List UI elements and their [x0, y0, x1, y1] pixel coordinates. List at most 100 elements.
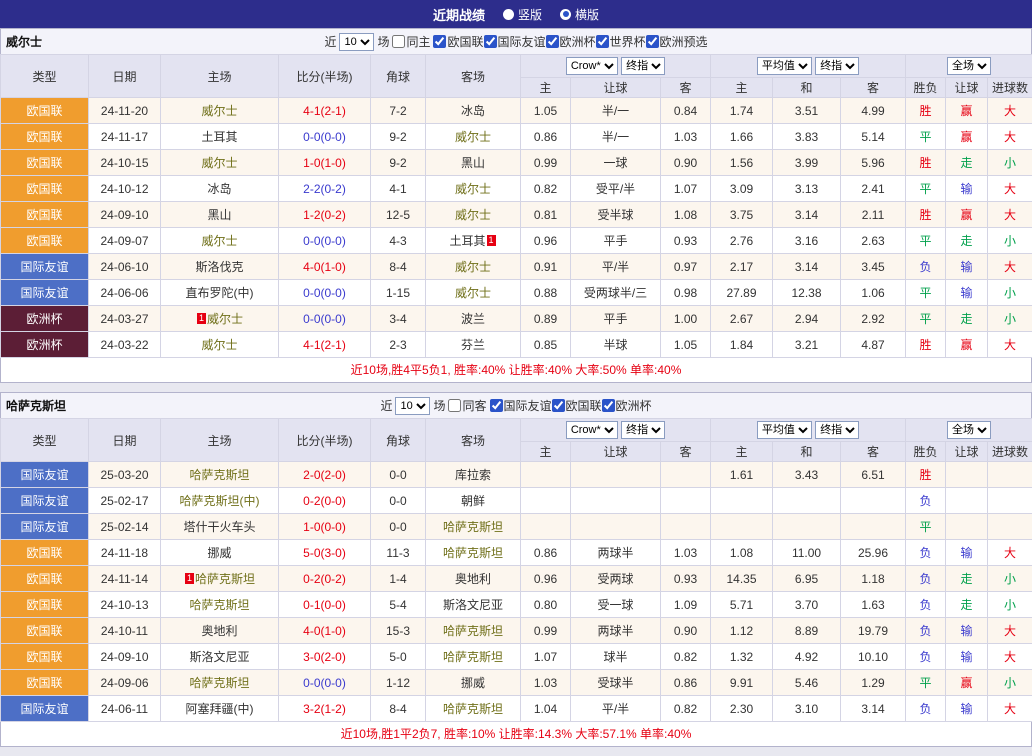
same-venue-checkbox[interactable] [392, 35, 405, 48]
score-cell[interactable]: 1-2(0-2) [279, 202, 371, 228]
away-team-name[interactable]: 威尔士 [455, 130, 491, 144]
league-filter-checkbox[interactable] [546, 35, 559, 48]
away-team-name[interactable]: 黑山 [461, 156, 485, 170]
home-team-name[interactable]: 哈萨克斯坦 [189, 676, 249, 690]
layout-option-horizontal[interactable]: 横版 [560, 6, 599, 23]
away-team-name[interactable]: 朝鲜 [461, 494, 485, 508]
away-team-name[interactable]: 挪威 [461, 676, 485, 690]
home-team-name[interactable]: 挪威 [207, 546, 231, 560]
home-team-name[interactable]: 阿塞拜疆(中) [186, 702, 254, 716]
score-cell[interactable]: 0-0(0-0) [279, 124, 371, 150]
competition-badge[interactable]: 欧国联 [1, 150, 89, 176]
score-cell[interactable]: 2-2(0-2) [279, 176, 371, 202]
competition-badge[interactable]: 欧国联 [1, 644, 89, 670]
avg-stage-select[interactable]: 终指 [815, 57, 859, 75]
score-cell[interactable]: 0-0(0-0) [279, 306, 371, 332]
score-cell[interactable]: 0-0(0-0) [279, 228, 371, 254]
league-filter-checkbox[interactable] [596, 35, 609, 48]
competition-badge[interactable]: 国际友谊 [1, 280, 89, 306]
same-venue-checkbox[interactable] [448, 399, 461, 412]
away-team-name[interactable]: 哈萨克斯坦 [443, 624, 503, 638]
home-team-name[interactable]: 威尔士 [201, 234, 237, 248]
score-cell[interactable]: 5-0(3-0) [279, 540, 371, 566]
score-cell[interactable]: 4-1(2-1) [279, 332, 371, 358]
score-cell[interactable]: 0-2(0-0) [279, 488, 371, 514]
score-cell[interactable]: 0-0(0-0) [279, 670, 371, 696]
recent-count-select[interactable]: 10 [395, 397, 430, 415]
competition-badge[interactable]: 欧国联 [1, 98, 89, 124]
same-venue-filter[interactable]: 同主 [392, 33, 430, 50]
away-team-name[interactable]: 土耳其 [449, 234, 485, 248]
competition-badge[interactable]: 国际友谊 [1, 696, 89, 722]
league-filter[interactable]: 世界杯 [596, 33, 646, 50]
competition-badge[interactable]: 欧国联 [1, 124, 89, 150]
away-team-name[interactable]: 威尔士 [455, 208, 491, 222]
competition-badge[interactable]: 欧国联 [1, 176, 89, 202]
avg-source-select[interactable]: 平均值 [757, 57, 812, 75]
home-team-name[interactable]: 威尔士 [201, 338, 237, 352]
competition-badge[interactable]: 欧洲杯 [1, 332, 89, 358]
away-team-name[interactable]: 威尔士 [455, 260, 491, 274]
home-team-name[interactable]: 黑山 [207, 208, 231, 222]
home-team-name[interactable]: 哈萨克斯坦 [189, 598, 249, 612]
league-filter[interactable]: 欧洲预选 [646, 33, 708, 50]
competition-badge[interactable]: 欧国联 [1, 670, 89, 696]
league-filter-checkbox[interactable] [433, 35, 446, 48]
home-team-name[interactable]: 威尔士 [201, 104, 237, 118]
competition-badge[interactable]: 欧国联 [1, 592, 89, 618]
league-filter[interactable]: 国际友谊 [490, 397, 552, 414]
odds-stage-select[interactable]: 终指 [621, 421, 665, 439]
away-team-name[interactable]: 斯洛文尼亚 [443, 598, 503, 612]
competition-badge[interactable]: 国际友谊 [1, 514, 89, 540]
score-cell[interactable]: 4-0(1-0) [279, 254, 371, 280]
home-team-name[interactable]: 威尔士 [207, 312, 243, 326]
home-team-name[interactable]: 冰岛 [207, 182, 231, 196]
away-team-name[interactable]: 库拉索 [455, 468, 491, 482]
away-team-name[interactable]: 威尔士 [455, 182, 491, 196]
score-cell[interactable]: 4-1(2-1) [279, 98, 371, 124]
score-cell[interactable]: 1-0(0-0) [279, 514, 371, 540]
competition-badge[interactable]: 欧国联 [1, 540, 89, 566]
competition-badge[interactable]: 欧洲杯 [1, 306, 89, 332]
home-team-name[interactable]: 威尔士 [201, 156, 237, 170]
league-filter-checkbox[interactable] [484, 35, 497, 48]
competition-badge[interactable]: 国际友谊 [1, 488, 89, 514]
score-cell[interactable]: 3-0(2-0) [279, 644, 371, 670]
away-team-name[interactable]: 芬兰 [461, 338, 485, 352]
recent-count-select[interactable]: 10 [339, 33, 374, 51]
scope-select[interactable]: 全场 [947, 421, 991, 439]
league-filter[interactable]: 欧国联 [552, 397, 602, 414]
odds-stage-select[interactable]: 终指 [621, 57, 665, 75]
away-team-name[interactable]: 威尔士 [455, 286, 491, 300]
competition-badge[interactable]: 欧国联 [1, 566, 89, 592]
away-team-name[interactable]: 波兰 [461, 312, 485, 326]
home-team-name[interactable]: 斯洛伐克 [195, 260, 243, 274]
competition-badge[interactable]: 欧国联 [1, 228, 89, 254]
competition-badge[interactable]: 国际友谊 [1, 462, 89, 488]
league-filter[interactable]: 国际友谊 [484, 33, 546, 50]
home-team-name[interactable]: 斯洛文尼亚 [189, 650, 249, 664]
away-team-name[interactable]: 哈萨克斯坦 [443, 520, 503, 534]
score-cell[interactable]: 0-1(0-0) [279, 592, 371, 618]
home-team-name[interactable]: 哈萨克斯坦 [189, 468, 249, 482]
scope-select[interactable]: 全场 [947, 57, 991, 75]
score-cell[interactable]: 4-0(1-0) [279, 618, 371, 644]
home-team-name[interactable]: 直布罗陀(中) [186, 286, 254, 300]
home-team-name[interactable]: 土耳其 [201, 130, 237, 144]
competition-badge[interactable]: 欧国联 [1, 618, 89, 644]
league-filter-checkbox[interactable] [646, 35, 659, 48]
score-cell[interactable]: 1-0(1-0) [279, 150, 371, 176]
layout-option-vertical[interactable]: 竖版 [503, 6, 542, 23]
home-team-name[interactable]: 哈萨克斯坦 [195, 572, 255, 586]
odds-source-select[interactable]: Crow* [566, 421, 618, 439]
home-team-name[interactable]: 奥地利 [201, 624, 237, 638]
avg-stage-select[interactable]: 终指 [815, 421, 859, 439]
home-team-name[interactable]: 哈萨克斯坦(中) [180, 494, 260, 508]
odds-source-select[interactable]: Crow* [566, 57, 618, 75]
competition-badge[interactable]: 国际友谊 [1, 254, 89, 280]
league-filter[interactable]: 欧洲杯 [546, 33, 596, 50]
score-cell[interactable]: 0-0(0-0) [279, 280, 371, 306]
league-filter-checkbox[interactable] [552, 399, 565, 412]
league-filter[interactable]: 欧国联 [433, 33, 483, 50]
same-venue-filter[interactable]: 同客 [448, 397, 486, 414]
